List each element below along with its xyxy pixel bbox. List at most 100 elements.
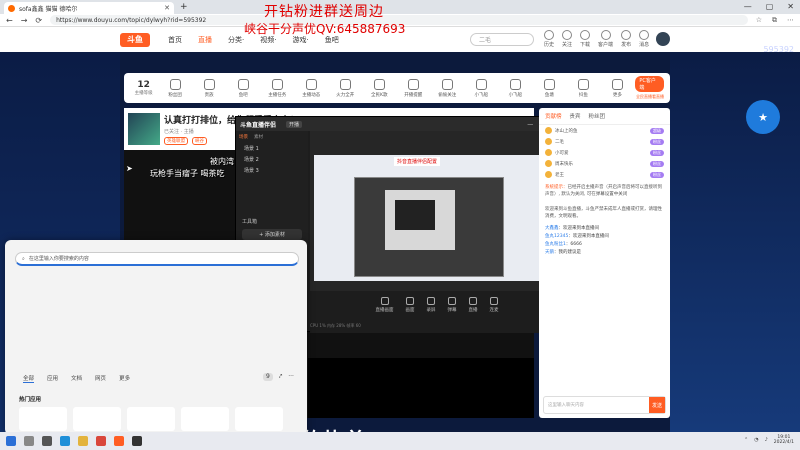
more-options[interactable]: ··· [288, 373, 294, 381]
anchor-avatar[interactable] [128, 113, 160, 145]
windows-start-icon[interactable] [6, 436, 16, 446]
chat-user[interactable]: 鱼丸12345 [545, 234, 568, 239]
task-view-icon[interactable] [42, 436, 52, 446]
tool-yuba[interactable]: 鱼吧 [227, 78, 259, 98]
stream-tag[interactable]: 英雄联盟 [164, 137, 188, 145]
tool-pond[interactable]: 鱼塘 [533, 78, 565, 98]
obs-btn-danmaku[interactable]: 弹幕 [448, 297, 457, 333]
obs-btn-live[interactable]: 直播 [469, 297, 478, 333]
douyu-app-icon[interactable] [114, 436, 124, 446]
tool-reminder[interactable]: 开播提醒 [397, 78, 429, 98]
file-explorer-icon[interactable] [78, 436, 88, 446]
edge-browser-icon[interactable] [60, 436, 70, 446]
obs-btn-record[interactable]: 录屏 [427, 297, 436, 333]
tool-karaoke[interactable]: 全民K歌 [363, 78, 395, 98]
obs-preview[interactable]: 抖音直播伴侣配置 [314, 155, 560, 281]
menu-dots-icon[interactable]: ⋯ [787, 16, 794, 25]
extensions-icon[interactable]: ⧉ [772, 16, 777, 25]
chat-user[interactable]: 天鹅 [545, 250, 554, 255]
reload-button[interactable]: ⟳ [35, 16, 42, 25]
rank-row[interactable]: 冰山上的鱼 超级 [539, 125, 670, 136]
obs-app-icon[interactable] [132, 436, 142, 446]
history-button[interactable]: 历史 [544, 30, 554, 48]
stream-tag[interactable]: 峡谷 [192, 137, 207, 145]
tool-more[interactable]: 更多 [601, 78, 633, 98]
close-window-button[interactable]: ✕ [787, 2, 794, 11]
tool-fire[interactable]: 火力全开 [329, 78, 361, 98]
message-button[interactable]: 消息 [639, 30, 649, 48]
tool-task[interactable]: 主播任务 [261, 78, 293, 98]
obs-minimize-button[interactable]: — [527, 121, 533, 128]
user-avatar[interactable] [656, 32, 670, 46]
site-search-input[interactable]: 二毛 [470, 33, 534, 46]
tool-fans[interactable]: 粉丝团 [159, 78, 191, 98]
publish-button[interactable]: 发布 [621, 30, 631, 48]
hot-app-tile[interactable] [19, 407, 67, 431]
rewards-count[interactable]: 9 [263, 373, 273, 381]
download-button[interactable]: 下载 [580, 30, 590, 48]
tool-noble[interactable]: 贵族 [193, 78, 225, 98]
rank-row[interactable]: 二毛 粉丝 [539, 136, 670, 147]
tool-ship[interactable]: 小飞船 [465, 78, 497, 98]
nav-live[interactable]: 直播 [198, 35, 212, 45]
nav-category[interactable]: 分类· [228, 35, 244, 45]
send-button[interactable]: 发送 [649, 397, 665, 413]
chat-user[interactable]: 鱼丸粉丝1 [545, 242, 566, 247]
follow-button[interactable]: 关注 [562, 30, 572, 48]
chat-user[interactable]: 大鑫鑫 [545, 226, 559, 231]
new-tab-button[interactable]: + [180, 2, 188, 12]
room-toolbar: 12 主播等级 粉丝团 贵族 鱼吧 主播任务 主播动态 火力全开 全民K歌 开播… [124, 73, 670, 103]
minimize-button[interactable]: — [744, 2, 752, 11]
search-icon[interactable] [24, 436, 34, 446]
filter-apps[interactable]: 应用 [47, 374, 58, 383]
filter-more[interactable]: 更多 [119, 374, 130, 383]
scene-item[interactable]: 场景 3 [236, 165, 308, 176]
add-source-button[interactable]: + 添加素材 [242, 229, 302, 240]
obs-btn-connect[interactable]: 连麦 [490, 297, 499, 333]
nav-home[interactable]: 首页 [168, 35, 182, 45]
event-badge-icon[interactable]: ★ [746, 100, 780, 134]
site-logo[interactable]: 斗鱼 [120, 32, 150, 47]
pc-client-button[interactable]: PC客户端 [635, 76, 665, 92]
filter-all[interactable]: 全部 [23, 374, 35, 383]
maximize-button[interactable]: ▢ [766, 2, 774, 11]
filter-docs[interactable]: 文档 [71, 374, 82, 383]
tab-scenes[interactable]: 场景 [239, 134, 248, 140]
favorite-star-icon[interactable]: ☆ [756, 16, 762, 25]
tool-feed[interactable]: 主播动态 [295, 78, 327, 98]
hot-app-tile[interactable] [73, 407, 121, 431]
chrome-icon[interactable] [96, 436, 106, 446]
client-button[interactable]: 客户端 [598, 30, 613, 48]
windows-search-input[interactable]: ⌕ 在这里输入你要搜索的内容 [15, 252, 299, 266]
tool-ship2[interactable]: 小飞船 [499, 78, 531, 98]
obs-btn-live-screen[interactable]: 直播画面 [376, 297, 394, 333]
share-icon[interactable]: ⤤ [279, 373, 282, 381]
rank-row[interactable]: 小可爱 粉丝 [539, 147, 670, 158]
obs-btn-picture[interactable]: 画面 [406, 297, 415, 333]
rank-row[interactable]: 周末快乐 粉丝 [539, 158, 670, 169]
tool-douyu[interactable]: 抖鱼 [567, 78, 599, 98]
chat-input[interactable]: 这里输入聊天内容 发送 [543, 396, 666, 414]
hot-app-tile[interactable] [181, 407, 229, 431]
obs-user-tag[interactable]: 开播 [286, 120, 303, 128]
scene-item[interactable]: 场景 1 [236, 143, 308, 154]
hot-app-tile[interactable] [235, 407, 283, 431]
tab-fans[interactable]: 粉丝团 [589, 112, 606, 120]
filter-web[interactable]: 网页 [95, 374, 106, 383]
tab-vip[interactable]: 贵宾 [570, 112, 581, 120]
browser-tab[interactable]: sofa鑫鑫 猫猫 德哈尔 ✕ [4, 2, 174, 14]
volume-icon[interactable]: ♪ [765, 437, 768, 443]
network-icon[interactable]: ◔ [754, 437, 758, 443]
back-button[interactable]: ← [6, 16, 13, 25]
forward-button[interactable]: → [21, 16, 28, 25]
tab-sources[interactable]: 素材 [254, 134, 263, 140]
hot-app-tile[interactable] [127, 407, 175, 431]
tool-secret-follow[interactable]: 偷偷关注 [431, 78, 463, 98]
rank-tag: 超级 [650, 127, 664, 134]
clock[interactable]: 19:01 2022/4/1 [774, 435, 794, 445]
scene-item[interactable]: 场景 2 [236, 154, 308, 165]
tray-expand-icon[interactable]: ⌃ [744, 437, 748, 443]
rank-row[interactable]: 老王 粉丝 [539, 169, 670, 180]
close-tab-icon[interactable]: ✕ [164, 4, 170, 12]
tab-contribution[interactable]: 贡献榜 [545, 112, 562, 120]
